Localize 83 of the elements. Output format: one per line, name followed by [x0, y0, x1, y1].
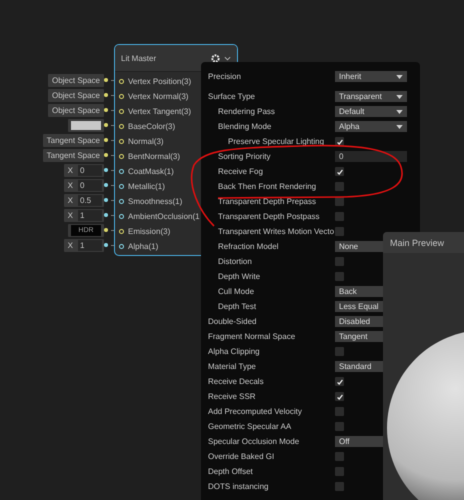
- axis-label: X: [66, 180, 74, 190]
- checkbox[interactable]: [335, 452, 344, 461]
- port-ring[interactable]: [119, 244, 124, 248]
- dropdown[interactable]: Alpha: [335, 121, 407, 132]
- axis-label: X: [66, 166, 74, 174]
- port-label: AmbientOcclusion(1: [128, 212, 200, 220]
- port-label: Vertex Normal(3): [128, 92, 188, 100]
- port-label: Smoothness(1): [128, 196, 182, 206]
- port-ring[interactable]: [119, 154, 124, 158]
- gear-icon[interactable]: [211, 54, 220, 62]
- checkbox[interactable]: [335, 212, 344, 221]
- setting-label: Receive Decals: [208, 377, 265, 386]
- setting-label: Fragment Normal Space: [208, 332, 296, 341]
- checkbox[interactable]: [335, 182, 344, 191]
- port-ring[interactable]: [119, 168, 124, 174]
- setting-label: DOTS instancing: [208, 482, 270, 491]
- dropdown[interactable]: Transparent: [335, 91, 407, 102]
- dropdown-arrow-icon: [396, 110, 403, 114]
- number-field[interactable]: 0: [78, 164, 102, 176]
- space-field[interactable]: Object Space: [48, 88, 104, 102]
- port-label: BentNormal(3): [128, 152, 180, 160]
- port-ring[interactable]: [119, 94, 124, 98]
- checkbox[interactable]: [335, 167, 344, 176]
- space-field[interactable]: Object Space: [48, 74, 104, 86]
- setting-label: Add Precomputed Velocity: [208, 407, 303, 416]
- checkbox[interactable]: [335, 137, 344, 146]
- port-ring[interactable]: [119, 184, 124, 188]
- port-label: Alpha(1): [128, 242, 158, 250]
- checkbox[interactable]: [335, 347, 344, 356]
- setting-label: Depth Offset: [208, 467, 254, 476]
- axis-label: X: [66, 196, 74, 204]
- setting-label: Cull Mode: [217, 287, 256, 296]
- setting-label: Specular Occlusion Mode: [208, 437, 300, 446]
- checkbox[interactable]: [335, 257, 344, 266]
- checkbox[interactable]: [335, 392, 344, 401]
- checkbox[interactable]: [335, 482, 344, 491]
- dropdown-arrow-icon: [396, 74, 403, 78]
- port-label: Vertex Position(3): [128, 76, 192, 86]
- port-label: Normal(3): [128, 136, 164, 146]
- port-ring[interactable]: [119, 108, 124, 114]
- port-ring[interactable]: [119, 124, 124, 128]
- port-label: CoatMask(1): [128, 166, 174, 176]
- port-label: Emission(3): [128, 226, 170, 236]
- axis-label: X: [66, 210, 74, 220]
- checkbox[interactable]: [335, 422, 344, 431]
- dropdown[interactable]: Default: [335, 106, 407, 117]
- node-title: Lit Master: [121, 54, 158, 62]
- axis-label: X: [66, 240, 74, 250]
- checkbox[interactable]: [335, 272, 344, 281]
- setting-label: Override Baked GI: [208, 452, 276, 461]
- dropdown-arrow-icon: [396, 94, 403, 98]
- setting-label: Receive SSR: [208, 392, 257, 401]
- port-ring[interactable]: [119, 198, 124, 204]
- port-ring[interactable]: [119, 78, 124, 84]
- setting-label: Geometric Specular AA: [208, 422, 292, 431]
- port-label: BaseColor(3): [128, 122, 176, 130]
- number-field[interactable]: 1: [78, 240, 102, 250]
- number-field[interactable]: 1: [78, 210, 102, 220]
- port-ring[interactable]: [119, 138, 124, 144]
- setting-label: Double-Sided: [208, 317, 258, 326]
- port-ring[interactable]: [119, 228, 124, 234]
- color-swatch[interactable]: [71, 120, 101, 130]
- number-field[interactable]: 0: [335, 151, 407, 162]
- space-field[interactable]: Tangent Space: [42, 148, 104, 162]
- checkbox[interactable]: [335, 407, 344, 416]
- setting-label: Depth Write: [217, 272, 262, 281]
- space-field[interactable]: Tangent Space: [42, 134, 104, 146]
- number-field[interactable]: 0.5: [78, 194, 102, 206]
- port-label: Metallic(1): [128, 182, 165, 190]
- checkbox[interactable]: [335, 377, 344, 386]
- setting-label: Alpha Clipping: [208, 347, 261, 356]
- checkbox[interactable]: [335, 227, 344, 236]
- setting-label: Distortion: [217, 257, 253, 266]
- dropdown[interactable]: Inherit: [335, 71, 407, 82]
- port-ring[interactable]: [119, 214, 124, 218]
- dropdown-arrow-icon: [396, 124, 403, 128]
- setting-label: Depth Test: [217, 302, 258, 311]
- port-label: Vertex Tangent(3): [128, 106, 192, 116]
- chevron-icon[interactable]: [224, 56, 231, 60]
- space-field[interactable]: Object Space: [48, 104, 104, 116]
- number-field[interactable]: 0: [78, 180, 102, 190]
- checkbox[interactable]: [335, 467, 344, 476]
- setting-label: Material Type: [208, 362, 257, 371]
